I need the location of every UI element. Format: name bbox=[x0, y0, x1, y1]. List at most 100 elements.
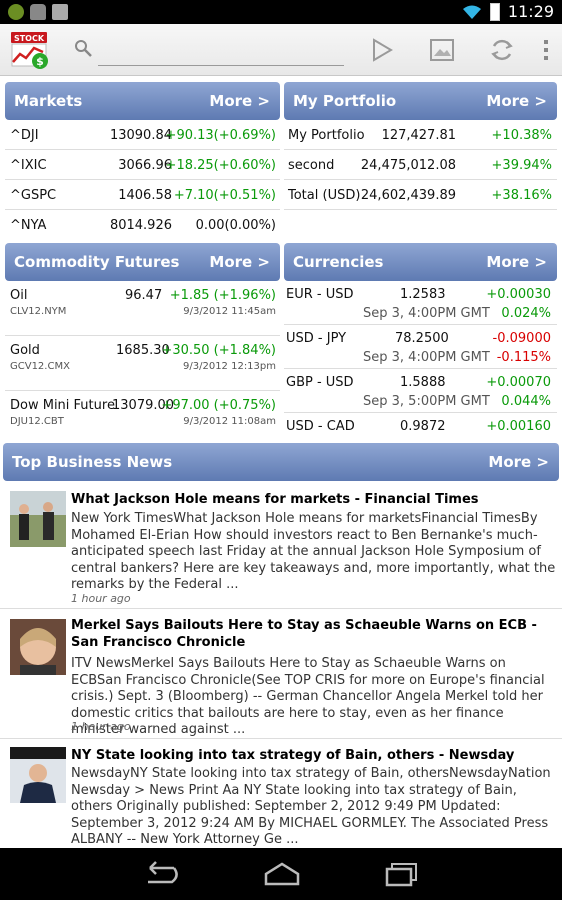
currencies-title: Currencies bbox=[293, 253, 384, 271]
currency-pair: EUR - USD bbox=[286, 287, 354, 302]
portfolio-value: 127,427.81 bbox=[381, 128, 456, 143]
currency-row[interactable]: USD - JPY 78.2500 -0.09000 Sep 3, 4:00PM… bbox=[284, 325, 557, 369]
commodity-change: +97.00 (+0.75%) bbox=[161, 398, 276, 413]
currency-row[interactable]: GBP - USD 1.5888 +0.00070 Sep 3, 5:00PM … bbox=[284, 369, 557, 413]
news-summary: New York TimesWhat Jackson Hole means fo… bbox=[71, 511, 556, 592]
currency-pct: 0.024% bbox=[501, 306, 551, 321]
market-change: +18.25(+0.60%) bbox=[165, 158, 276, 173]
news-thumbnail bbox=[10, 491, 66, 547]
portfolio-change: +10.38% bbox=[491, 128, 552, 143]
commodity-header: Commodity Futures More > bbox=[5, 243, 280, 281]
search-icon[interactable] bbox=[74, 39, 94, 59]
markets-more-button[interactable]: More > bbox=[209, 92, 270, 110]
recent-apps-icon[interactable] bbox=[382, 860, 422, 888]
currency-time: Sep 3, 5:00PM GMT bbox=[363, 394, 490, 409]
currency-change: +0.00160 bbox=[486, 419, 551, 434]
currency-time: Sep 3, 4:00PM GMT bbox=[363, 306, 490, 321]
image-button[interactable] bbox=[426, 34, 458, 66]
portfolio-name: My Portfolio bbox=[288, 128, 365, 143]
news-headline: Merkel Says Bailouts Here to Stay as Sch… bbox=[71, 618, 537, 650]
market-row[interactable]: ^DJI 13090.84 +90.13(+0.69%) bbox=[5, 120, 280, 150]
wifi-icon bbox=[462, 5, 481, 19]
market-value: 8014.926 bbox=[109, 218, 172, 233]
news-headline: What Jackson Hole means for markets - Fi… bbox=[71, 492, 479, 507]
commodity-time: 9/3/2012 12:13pm bbox=[183, 361, 276, 372]
commodity-symbol: GCV12.CMX bbox=[10, 361, 70, 372]
commodity-row[interactable]: Dow Mini Future 13079.00 +97.00 (+0.75%)… bbox=[5, 391, 280, 441]
play-button[interactable] bbox=[366, 34, 398, 66]
news-thumbnail bbox=[10, 619, 66, 675]
battery-icon bbox=[489, 2, 500, 21]
overflow-menu-button[interactable] bbox=[536, 34, 556, 66]
navigation-bar bbox=[0, 848, 562, 900]
portfolio-row[interactable]: Total (USD) 24,602,439.89 +38.16% bbox=[284, 180, 557, 210]
market-change: 0.00(0.00%) bbox=[195, 218, 276, 233]
portfolio-row[interactable]: second 24,475,012.08 +39.94% bbox=[284, 150, 557, 180]
portfolio-value: 24,475,012.08 bbox=[360, 158, 456, 173]
svg-text:$: $ bbox=[36, 55, 44, 68]
market-change: +7.10(+0.51%) bbox=[173, 188, 276, 203]
commodity-name: Dow Mini Future bbox=[10, 398, 115, 413]
news-time: 1 hour ago bbox=[71, 720, 131, 733]
currency-pair: USD - CAD bbox=[286, 419, 355, 434]
cat-notification-icon bbox=[30, 4, 46, 20]
market-symbol: ^DJI bbox=[10, 128, 39, 143]
currency-rate: 1.5888 bbox=[400, 375, 446, 390]
currency-rate: 78.2500 bbox=[395, 331, 449, 346]
currency-time: Sep 3, 4:00PM GMT bbox=[363, 350, 490, 365]
currency-change: -0.09000 bbox=[492, 331, 551, 346]
home-icon[interactable] bbox=[262, 860, 302, 888]
portfolio-row[interactable]: My Portfolio 127,427.81 +10.38% bbox=[284, 120, 557, 150]
picture-icon bbox=[430, 39, 454, 61]
currency-rate: 1.2583 bbox=[400, 287, 446, 302]
market-change: +90.13(+0.69%) bbox=[165, 128, 276, 143]
currency-rate: 0.9872 bbox=[400, 419, 446, 434]
currencies-more-button[interactable]: More > bbox=[486, 253, 547, 271]
back-icon[interactable] bbox=[140, 860, 180, 888]
commodity-row[interactable]: Oil 96.47 +1.85 (+1.96%) CLV12.NYM 9/3/2… bbox=[5, 281, 280, 336]
commodity-more-button[interactable]: More > bbox=[209, 253, 270, 271]
commodity-symbol: CLV12.NYM bbox=[10, 306, 67, 317]
portfolio-header: My Portfolio More > bbox=[284, 82, 557, 120]
commodity-row[interactable]: Gold 1685.30 +30.50 (+1.84%) GCV12.CMX 9… bbox=[5, 336, 280, 391]
currency-row[interactable]: USD - CAD 0.9872 +0.00160 bbox=[284, 413, 557, 441]
news-header: Top Business News More > bbox=[3, 443, 559, 481]
currency-row[interactable]: EUR - USD 1.2583 +0.00030 Sep 3, 4:00PM … bbox=[284, 281, 557, 325]
app-logo-icon[interactable]: STOCK $ bbox=[10, 30, 50, 70]
currency-pair: USD - JPY bbox=[286, 331, 347, 346]
search-input[interactable] bbox=[98, 36, 344, 66]
market-row[interactable]: ^GSPC 1406.58 +7.10(+0.51%) bbox=[5, 180, 280, 210]
refresh-icon bbox=[491, 39, 513, 61]
refresh-button[interactable] bbox=[486, 34, 518, 66]
market-symbol: ^IXIC bbox=[10, 158, 47, 173]
news-item[interactable]: What Jackson Hole means for markets - Fi… bbox=[0, 481, 562, 609]
portfolio-change: +39.94% bbox=[491, 158, 552, 173]
market-symbol: ^GSPC bbox=[10, 188, 57, 203]
markets-header: Markets More > bbox=[5, 82, 280, 120]
commodity-price: 96.47 bbox=[125, 288, 163, 303]
portfolio-more-button[interactable]: More > bbox=[486, 92, 547, 110]
news-headline: NY State looking into tax strategy of Ba… bbox=[71, 748, 515, 763]
news-more-button[interactable]: More > bbox=[488, 453, 549, 471]
commodity-title: Commodity Futures bbox=[14, 253, 180, 271]
news-item[interactable]: NY State looking into tax strategy of Ba… bbox=[0, 739, 562, 848]
content-area: Markets More > ^DJI 13090.84 +90.13(+0.6… bbox=[0, 77, 562, 848]
status-bar: 11:29 bbox=[0, 0, 562, 24]
commodity-symbol: DJU12.CBT bbox=[10, 416, 64, 427]
news-summary: NewsdayNY State looking into tax strateg… bbox=[71, 766, 551, 847]
portfolio-title: My Portfolio bbox=[293, 92, 397, 110]
portfolio-value: 24,602,439.89 bbox=[360, 188, 456, 203]
currency-change: +0.00070 bbox=[486, 375, 551, 390]
news-thumbnail bbox=[10, 747, 66, 803]
overflow-icon bbox=[544, 40, 548, 60]
markets-title: Markets bbox=[14, 92, 83, 110]
market-row[interactable]: ^NYA 8014.926 0.00(0.00%) bbox=[5, 210, 280, 240]
market-symbol: ^NYA bbox=[10, 218, 47, 233]
action-bar: STOCK $ bbox=[0, 24, 562, 76]
market-row[interactable]: ^IXIC 3066.96 +18.25(+0.60%) bbox=[5, 150, 280, 180]
commodity-name: Oil bbox=[10, 288, 28, 303]
currency-change: +0.00030 bbox=[486, 287, 551, 302]
market-value: 1406.58 bbox=[118, 188, 172, 203]
news-item[interactable]: Merkel Says Bailouts Here to Stay as Sch… bbox=[0, 609, 562, 739]
currency-pct: 0.044% bbox=[501, 394, 551, 409]
